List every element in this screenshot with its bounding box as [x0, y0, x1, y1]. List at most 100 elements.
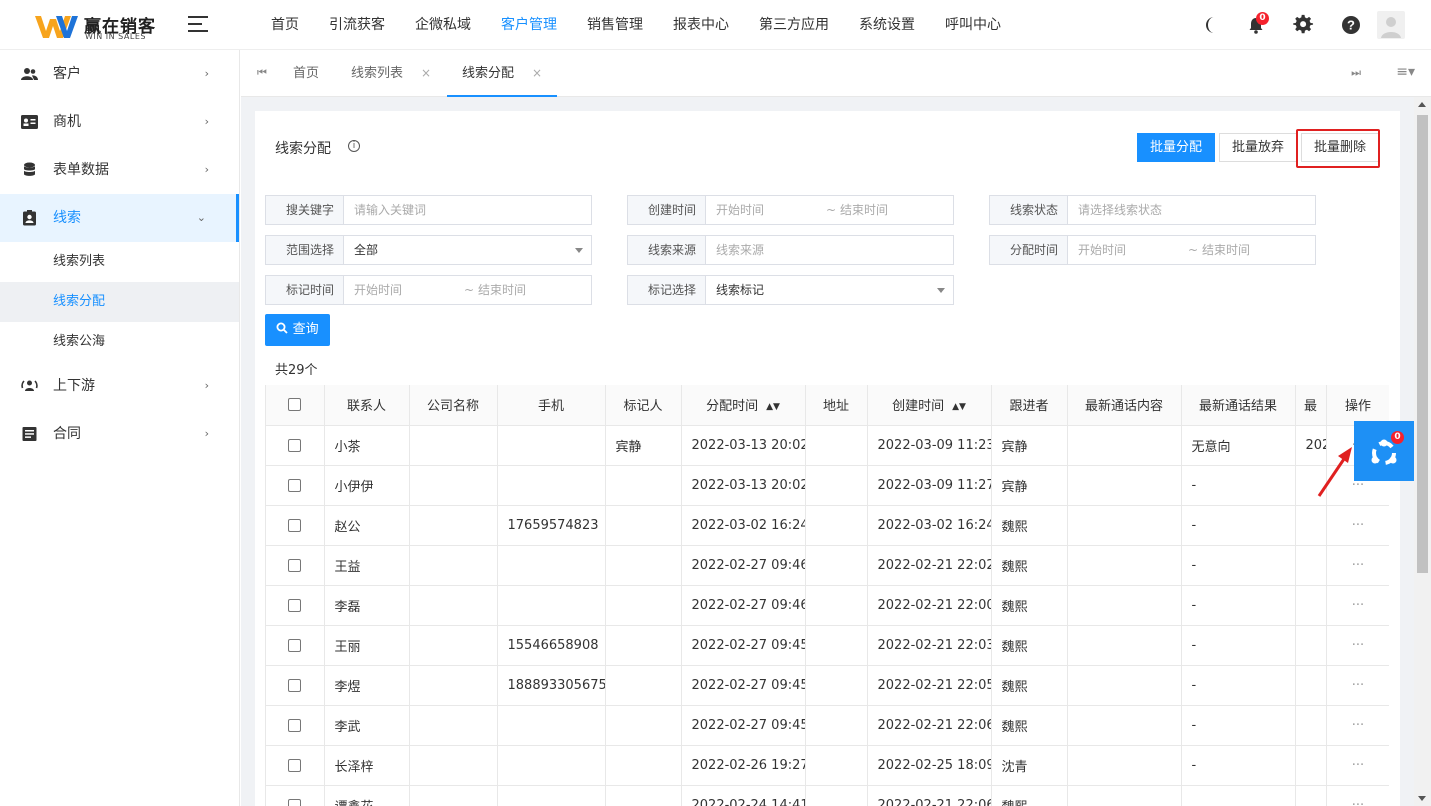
row-checkbox[interactable]	[266, 545, 325, 586]
row-checkbox[interactable]	[266, 785, 325, 806]
table-row[interactable]: 王益 2022-02-27 09:46 2022-02-21 22:02 魏熙 - ···	[266, 545, 1389, 586]
range-select[interactable]: 全部	[344, 236, 591, 264]
main-content: 线索分配 i 批量分配 批量放弃 批量删除 搜关键字 请输入关键词 创建时间 开…	[241, 97, 1414, 806]
table-row[interactable]: 小伊伊 2022-03-13 20:02 2022-03-09 11:27 宾静 - ··…	[266, 465, 1389, 506]
batch-assign-button[interactable]: 批量分配	[1137, 133, 1215, 162]
logo[interactable]: 赢在销客 WIN IN SALES	[34, 11, 164, 43]
table-row[interactable]: 李武 2022-02-27 09:45 2022-02-21 22:06 魏熙 - ···	[266, 705, 1389, 746]
tab-scroll-first-icon[interactable]: ⏮	[257, 66, 267, 80]
cell-company	[409, 505, 498, 546]
column-header-sortable[interactable]: 分配时间 ▲▼	[681, 385, 806, 426]
scroll-up-icon[interactable]	[1418, 102, 1426, 107]
search-button[interactable]: 查询	[265, 314, 330, 346]
tab-home[interactable]: 首页	[293, 50, 319, 97]
cell-contact: 李磊	[324, 585, 410, 626]
info-icon[interactable]: i	[348, 140, 360, 152]
nav-customer-management[interactable]: 客户管理	[486, 0, 572, 50]
notification-bell[interactable]: 0	[1245, 12, 1269, 36]
row-checkbox[interactable]	[266, 705, 325, 746]
table-row[interactable]: 李煜 188893305675 2022-02-27 09:45 2022-02-21…	[266, 665, 1389, 706]
nav-wecom[interactable]: 企微私域	[400, 0, 486, 50]
table-row[interactable]: 李磊 2022-02-27 09:46 2022-02-21 22:00 魏熙 - ···	[266, 585, 1389, 626]
sidebar-item-form-data[interactable]: 表单数据 ›	[0, 146, 239, 194]
nav-lead-gen[interactable]: 引流获客	[314, 0, 400, 50]
row-checkbox[interactable]	[266, 465, 325, 506]
filter-label: 分配时间	[990, 236, 1068, 264]
sidebar-subitem-lead-list[interactable]: 线索列表	[0, 242, 239, 282]
nav-sales-management[interactable]: 销售管理	[572, 0, 658, 50]
sort-icon[interactable]: ▲▼	[952, 402, 966, 412]
cell-marker	[605, 625, 682, 666]
sidebar-item-supply-chain[interactable]: 上下游 ›	[0, 362, 239, 410]
range-end: 结束时间	[1202, 243, 1251, 257]
row-checkbox[interactable]	[266, 745, 325, 786]
row-actions-button[interactable]: ···	[1326, 545, 1389, 586]
floating-service-widget[interactable]: 0	[1354, 421, 1414, 481]
cell-phone	[497, 585, 606, 626]
nav-reports[interactable]: 报表中心	[658, 0, 744, 50]
gear-icon[interactable]	[1293, 14, 1315, 36]
source-input[interactable]: 线索来源	[706, 236, 953, 264]
help-icon[interactable]: ?	[1340, 14, 1362, 36]
sidebar-item-leads[interactable]: 线索 ⌄	[0, 194, 239, 242]
cell-call-result: -	[1181, 505, 1296, 546]
scrollbar-thumb[interactable]	[1417, 115, 1428, 573]
sort-icon[interactable]: ▲▼	[766, 402, 780, 412]
keyword-input[interactable]: 请输入关键词	[344, 196, 591, 224]
scroll-down-icon[interactable]	[1418, 796, 1426, 801]
avatar[interactable]	[1377, 11, 1405, 39]
column-header-sortable[interactable]: 创建时间 ▲▼	[867, 385, 992, 426]
menu-toggle-icon[interactable]	[188, 16, 208, 32]
create-time-range-input[interactable]: 开始时间 ~ 结束时间	[706, 196, 953, 224]
sidebar-subitem-lead-pool[interactable]: 线索公海	[0, 322, 239, 362]
row-checkbox[interactable]	[266, 585, 325, 626]
row-actions-button[interactable]: ···	[1326, 625, 1389, 666]
mark-time-range-input[interactable]: 开始时间 ~ 结束时间	[344, 276, 591, 304]
tab-scroll-last-icon[interactable]: ⏭	[1351, 66, 1361, 80]
row-checkbox[interactable]	[266, 665, 325, 706]
page-scrollbar[interactable]	[1414, 97, 1431, 806]
table-row[interactable]: 小茶 宾静 2022-03-13 20:02 2022-03-09 11:23 宾静 无意…	[266, 425, 1389, 466]
sidebar: 客户 › 商机 › 表单数据 › 线索 ⌄ 线索列表 线索分配 线索公海 上下游…	[0, 50, 240, 806]
column-header: 最新通话结果	[1181, 385, 1296, 426]
row-actions-button[interactable]: ···	[1326, 505, 1389, 546]
row-actions-button[interactable]: ···	[1326, 745, 1389, 786]
dark-mode-moon-icon[interactable]	[1201, 14, 1223, 36]
row-checkbox[interactable]	[266, 425, 325, 466]
close-icon[interactable]: ×	[532, 66, 542, 80]
tab-menu-icon[interactable]: ≡▾	[1396, 64, 1415, 80]
row-actions-button[interactable]: ···	[1326, 585, 1389, 626]
row-checkbox[interactable]	[266, 625, 325, 666]
nav-third-party[interactable]: 第三方应用	[744, 0, 844, 50]
tab-lead-list[interactable]: 线索列表 ×	[351, 50, 431, 97]
nav-settings[interactable]: 系统设置	[844, 0, 930, 50]
cell-created: 2022-02-21 22:02	[867, 545, 992, 586]
filter-label: 线索状态	[990, 196, 1068, 224]
sidebar-item-contracts[interactable]: 合同 ›	[0, 410, 239, 458]
nav-call-center[interactable]: 呼叫中心	[930, 0, 1016, 50]
sidebar-item-opportunities[interactable]: 商机 ›	[0, 98, 239, 146]
cell-call-content	[1067, 625, 1182, 666]
cell-created: 2022-03-02 16:24	[867, 505, 992, 546]
batch-abandon-button[interactable]: 批量放弃	[1219, 133, 1297, 162]
row-actions-button[interactable]: ···	[1326, 785, 1389, 806]
table-row[interactable]: 长泽梓 2022-02-26 19:27 2022-02-25 18:09 沈青 - ··…	[266, 745, 1389, 786]
nav-home[interactable]: 首页	[256, 0, 314, 50]
cell-call-result: -	[1181, 625, 1296, 666]
mark-select[interactable]: 线索标记	[706, 276, 953, 304]
sidebar-item-customers[interactable]: 客户 ›	[0, 50, 239, 98]
row-actions-button[interactable]: ···	[1326, 705, 1389, 746]
table-row[interactable]: 谭鑫花 2022-02-24 14:41 2022-02-21 22:06魏熙 ···	[266, 785, 1389, 806]
batch-delete-button[interactable]: 批量删除	[1301, 133, 1379, 162]
row-actions-button[interactable]: ···	[1326, 665, 1389, 706]
close-icon[interactable]: ×	[421, 66, 431, 80]
table-row[interactable]: 王丽 15546658908 2022-02-27 09:45 2022-02-21 …	[266, 625, 1389, 666]
assign-time-range-input[interactable]: 开始时间 ~ 结束时间	[1068, 236, 1315, 264]
table-row[interactable]: 赵公 17659574823 2022-03-02 16:24 2022-03-02 …	[266, 505, 1389, 546]
status-select[interactable]: 请选择线索状态	[1068, 196, 1315, 224]
cell-address	[805, 545, 868, 586]
row-checkbox[interactable]	[266, 505, 325, 546]
sidebar-subitem-lead-assignment[interactable]: 线索分配	[0, 282, 239, 322]
tab-lead-assignment[interactable]: 线索分配 ×	[447, 50, 558, 97]
select-all-checkbox[interactable]	[266, 385, 325, 426]
